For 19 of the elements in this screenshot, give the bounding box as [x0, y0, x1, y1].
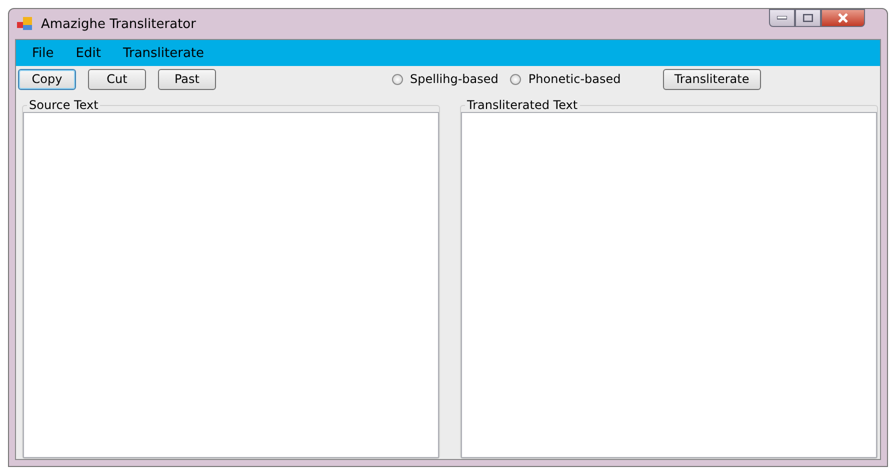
- group-title: Transliterated Text: [466, 98, 579, 112]
- minimize-icon: [777, 16, 787, 20]
- radio-option[interactable]: Phonetic-based: [510, 72, 621, 86]
- menu-item[interactable]: File: [22, 46, 64, 60]
- menu-item[interactable]: Transliterate: [112, 46, 214, 60]
- toolbar-button[interactable]: Cut: [88, 68, 146, 90]
- maximize-button[interactable]: [795, 9, 821, 27]
- toolbar-button[interactable]: Copy: [18, 68, 76, 90]
- app-icon: [17, 17, 33, 31]
- minimize-button[interactable]: [769, 9, 795, 27]
- close-button[interactable]: [821, 9, 865, 27]
- group-title: Source Text: [28, 98, 100, 112]
- maximize-icon: [803, 14, 813, 22]
- menu-item[interactable]: Edit: [66, 46, 111, 60]
- window-title: Amazighe Transliterator: [41, 16, 196, 32]
- toolbar-button[interactable]: Past: [158, 68, 216, 90]
- radio-option[interactable]: Spellihg-based: [392, 72, 498, 86]
- close-icon: [837, 13, 849, 23]
- transliterate-button[interactable]: Transliterate: [662, 68, 761, 90]
